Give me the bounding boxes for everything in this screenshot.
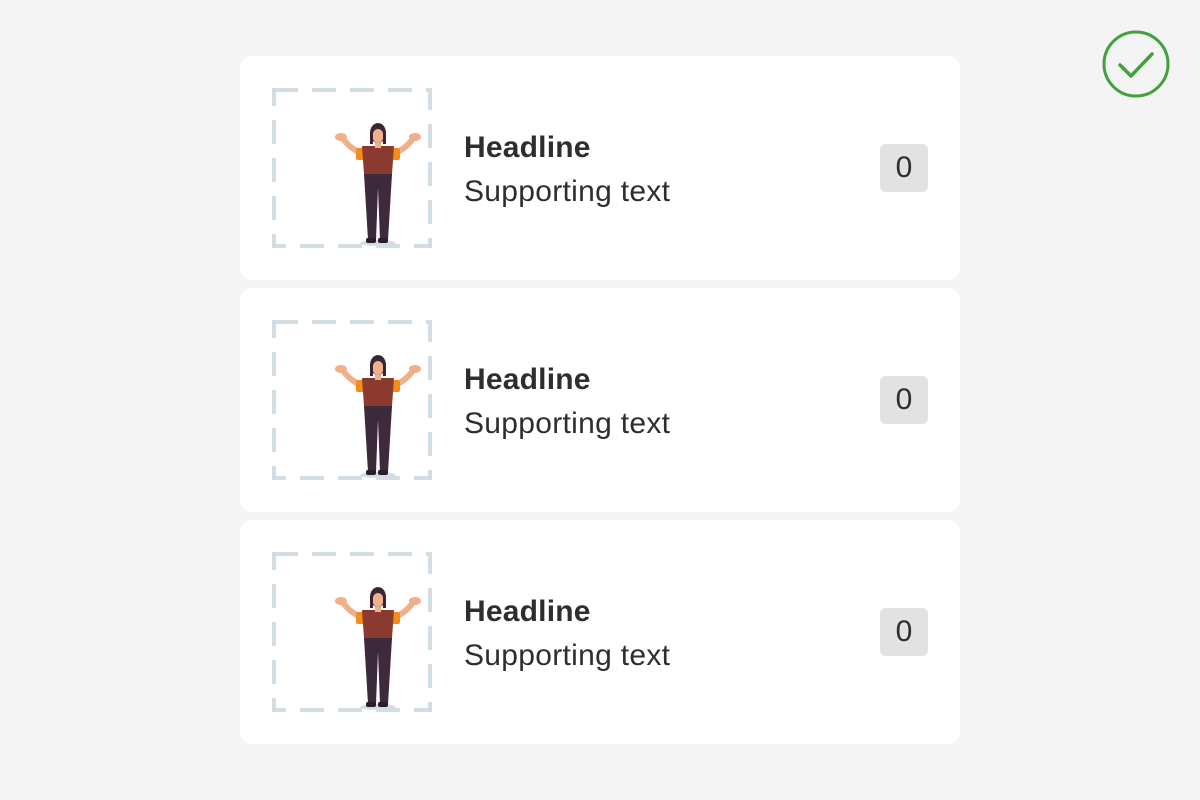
image-placeholder xyxy=(272,88,432,248)
person-shrug-illustration xyxy=(272,552,432,712)
image-placeholder xyxy=(272,320,432,480)
text-block: Headline Supporting text xyxy=(464,362,670,444)
card-list: Headline Supporting text 0 Headline Supp… xyxy=(240,56,960,744)
check-circle-icon xyxy=(1102,30,1170,98)
list-item[interactable]: Headline Supporting text 0 xyxy=(240,520,960,744)
image-placeholder xyxy=(272,552,432,712)
page: Headline Supporting text 0 Headline Supp… xyxy=(0,0,1200,800)
text-block: Headline Supporting text xyxy=(464,130,670,212)
headline: Headline xyxy=(464,131,591,164)
count-badge: 0 xyxy=(880,376,928,424)
headline: Headline xyxy=(464,595,591,628)
headline: Headline xyxy=(464,363,591,396)
count-badge: 0 xyxy=(880,608,928,656)
supporting-text: Supporting text xyxy=(464,407,671,440)
list-item[interactable]: Headline Supporting text 0 xyxy=(240,288,960,512)
supporting-text: Supporting text xyxy=(464,175,671,208)
supporting-text: Supporting text xyxy=(464,639,671,672)
text-block: Headline Supporting text xyxy=(464,594,670,676)
list-item[interactable]: Headline Supporting text 0 xyxy=(240,56,960,280)
count-badge: 0 xyxy=(880,144,928,192)
person-shrug-illustration xyxy=(272,88,432,248)
person-shrug-illustration xyxy=(272,320,432,480)
